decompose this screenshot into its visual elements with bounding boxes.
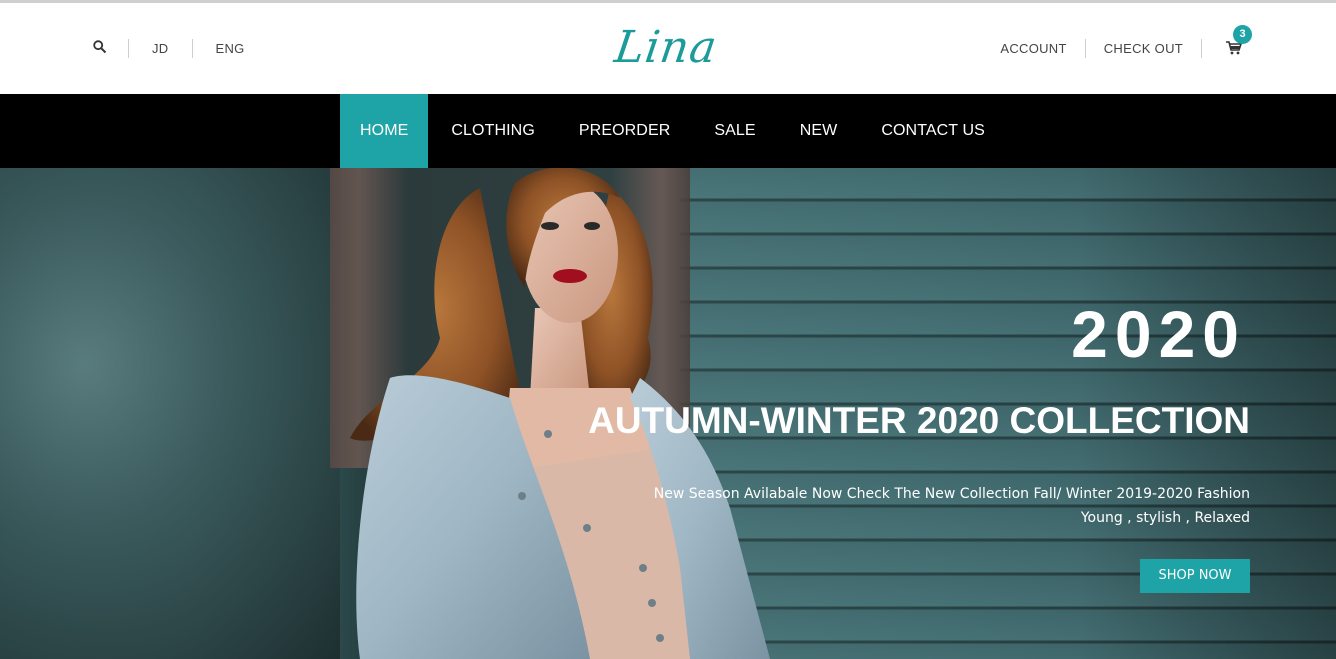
divider — [191, 39, 193, 58]
checkout-link[interactable]: CHECK OUT — [1104, 41, 1183, 56]
divider — [1084, 39, 1086, 58]
hero-year: 2020 — [1071, 297, 1246, 371]
hero-banner: 2020 AUTUMN-WINTER 2020 COLLECTION New S… — [0, 168, 1336, 659]
hero-background-blur — [0, 168, 340, 659]
shop-now-button[interactable]: SHOP NOW — [1140, 559, 1250, 593]
nav-item-new[interactable]: NEW — [779, 94, 859, 168]
cart-count-badge: 3 — [1233, 24, 1252, 44]
cart-button[interactable]: 3 — [1224, 24, 1252, 60]
hero-subtitle-line1: New Season Avilabale Now Check The New C… — [653, 486, 1250, 502]
nav-item-preorder[interactable]: PREORDER — [558, 94, 691, 168]
hero-subtitle: New Season Avilabale Now Check The New C… — [654, 482, 1250, 530]
hero-subtitle-line2: Young , stylish , Relaxed — [1080, 510, 1250, 526]
nav-item-sale[interactable]: SALE — [693, 94, 776, 168]
main-navigation: HOME CLOTHING PREORDER SALE NEW CONTACT … — [0, 94, 1336, 168]
site-header: JD ENG Lina ACCOUNT CHECK OUT 3 — [0, 3, 1336, 94]
search-icon[interactable] — [92, 39, 108, 55]
currency-selector[interactable]: JD — [152, 41, 169, 56]
nav-item-home[interactable]: HOME — [340, 94, 429, 168]
hero-text-block: 2020 AUTUMN-WINTER 2020 COLLECTION New S… — [550, 168, 1250, 659]
nav-item-contact-us[interactable]: CONTACT US — [860, 94, 1006, 168]
header-left-utilities: JD ENG — [92, 3, 268, 94]
site-logo[interactable]: Lina — [608, 17, 724, 79]
account-link[interactable]: ACCOUNT — [1000, 41, 1066, 56]
nav-item-clothing[interactable]: CLOTHING — [430, 94, 555, 168]
divider — [128, 39, 129, 58]
logo-text: Lina — [611, 22, 721, 73]
language-selector[interactable]: ENG — [216, 41, 245, 56]
divider — [1201, 39, 1202, 58]
hero-title: AUTUMN-WINTER 2020 COLLECTION — [588, 400, 1250, 441]
header-right-utilities: ACCOUNT CHECK OUT 3 — [1000, 3, 1252, 94]
